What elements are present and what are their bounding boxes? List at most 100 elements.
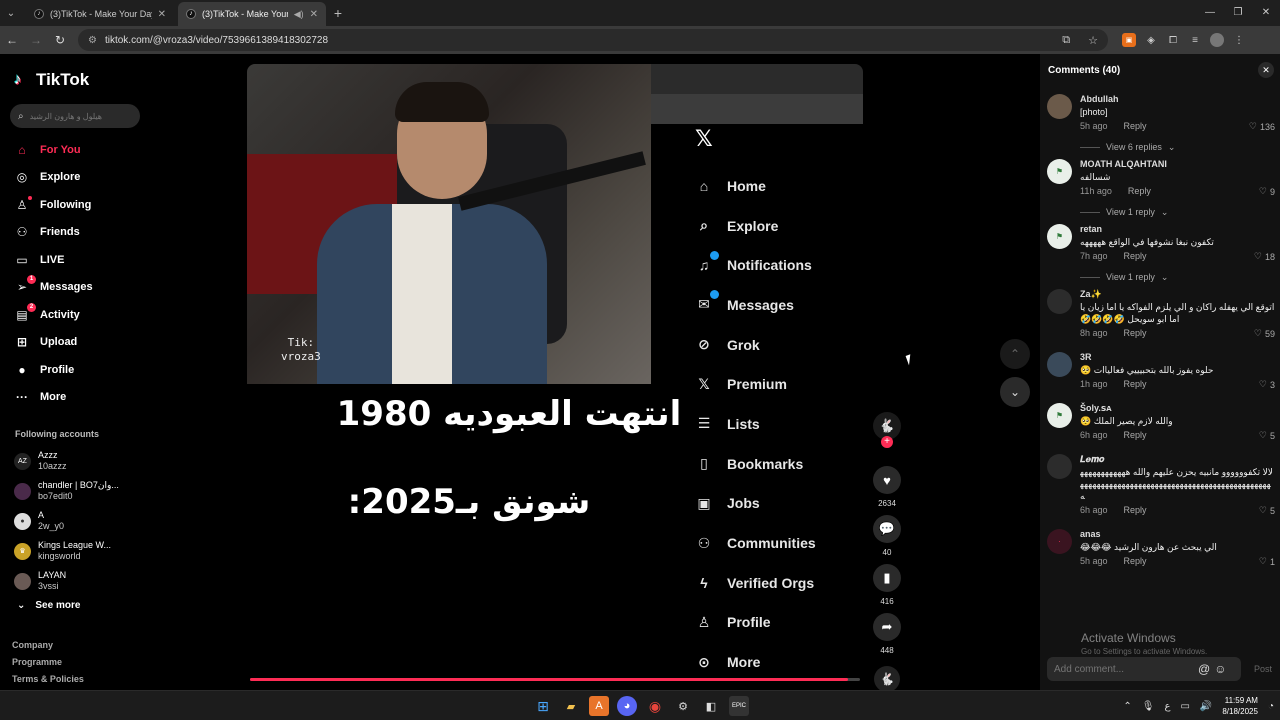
comment-like[interactable]: ♡ 136 (1249, 121, 1275, 132)
speaker-icon[interactable]: ◀) (294, 9, 304, 20)
comment-like[interactable]: ♡ 1 (1259, 556, 1275, 567)
sidebar-item-explore[interactable]: ◎ Explore (14, 164, 93, 192)
view-replies-button[interactable]: View 1 reply ⌄ (1080, 271, 1275, 283)
tab-1[interactable]: ♪ (3)TikTok - Make Your Day ✕ (26, 2, 174, 26)
following-account[interactable]: LAYAN 3vssi (14, 566, 119, 596)
reply-button[interactable]: Reply (1124, 505, 1147, 517)
avatar[interactable] (1047, 94, 1072, 119)
reply-button[interactable]: Reply (1124, 379, 1147, 391)
sidebar-item-more[interactable]: ··· More (14, 384, 93, 412)
forward-icon[interactable]: → (24, 28, 48, 52)
tray-expand-icon[interactable]: ⌃ (1123, 701, 1131, 712)
video-progress-bar[interactable] (250, 678, 860, 681)
comment-user[interactable]: anas (1080, 529, 1275, 541)
comment-input-box[interactable]: @ ☺ (1047, 657, 1241, 681)
avatar[interactable] (1047, 289, 1072, 314)
extension-shield-icon[interactable]: ◈ (1144, 33, 1158, 47)
comment-user[interactable]: MOATH ALQAHTANI (1080, 159, 1275, 171)
reload-icon[interactable]: ↻ (48, 28, 72, 52)
comment-user[interactable]: Abdullah (1080, 94, 1275, 106)
reply-button[interactable]: Reply (1128, 186, 1151, 198)
tab-close-icon[interactable]: ✕ (310, 9, 318, 20)
comment-like[interactable]: ♡ 59 (1254, 328, 1275, 339)
network-icon[interactable]: ▭ (1180, 701, 1189, 712)
see-more-button[interactable]: ⌄ See more (17, 600, 80, 611)
app-a-icon[interactable]: A (589, 696, 609, 716)
volume-icon[interactable]: 🔊 (1200, 701, 1212, 712)
comment-like[interactable]: ♡ 5 (1259, 430, 1275, 441)
extensions-puzzle-icon[interactable]: ⧠ (1166, 33, 1180, 47)
sidebar-item-following[interactable]: ♙ Following (14, 191, 93, 219)
extension-icon[interactable]: ▣ (1122, 33, 1136, 47)
video-player[interactable]: Tik: vroza3 𝕏 ⌂ Home ⌕ Explore ♫ Notificati… (247, 64, 863, 682)
address-bar[interactable]: ⚙ tiktok.com/@vroza3/video/7539661389418… (78, 29, 1108, 51)
windows-start-icon[interactable]: ⊞ (533, 696, 553, 716)
previous-video-button[interactable]: ⌃ (1000, 339, 1030, 369)
tab-2[interactable]: ♪ (3)TikTok - Make Your Day ◀) ✕ (178, 2, 326, 26)
comment-like[interactable]: ♡ 3 (1259, 379, 1275, 390)
comment-button[interactable]: 💬 (873, 515, 901, 543)
site-info-icon[interactable]: ⚙ (88, 35, 97, 46)
sidebar-item-profile[interactable]: ● Profile (14, 356, 93, 384)
notification-center-icon[interactable]: ◔ (1268, 701, 1274, 712)
reply-button[interactable]: Reply (1124, 121, 1147, 133)
comment-user[interactable]: Za✨ (1080, 289, 1275, 301)
new-tab-button[interactable]: + (326, 2, 350, 26)
follow-button[interactable]: + (881, 436, 893, 448)
input-language[interactable]: ع (1164, 701, 1170, 712)
microphone-icon[interactable]: 🎙 (1142, 701, 1155, 712)
comment-input[interactable] (1054, 663, 1194, 675)
comment-user[interactable]: retan (1080, 224, 1275, 236)
reply-button[interactable]: Reply (1124, 430, 1147, 442)
avatar[interactable] (1047, 454, 1072, 479)
app-icon[interactable]: ◧ (701, 696, 721, 716)
bookmark-star-icon[interactable]: ☆ (1088, 34, 1098, 47)
following-account[interactable]: chandler | BO7وان... bo7edit0 (14, 476, 119, 506)
avatar[interactable]: ⚑ (1047, 224, 1072, 249)
following-account[interactable]: AZ Azzz 10azzz (14, 446, 119, 476)
epic-games-icon[interactable]: EPIC (729, 696, 749, 716)
sound-disc-button[interactable]: 🐇 (874, 666, 900, 692)
sidebar-item-for-you[interactable]: ⌂ For You (14, 136, 93, 164)
comment-like[interactable]: ♡ 18 (1254, 251, 1275, 262)
steam-icon[interactable]: ⚙ (673, 696, 693, 716)
sidebar-item-activity[interactable]: ▤ 2 Activity (14, 301, 93, 329)
file-explorer-icon[interactable]: ▰ (561, 696, 581, 716)
sidebar-item-messages[interactable]: ➢ 1 Messages (14, 274, 93, 302)
reply-button[interactable]: Reply (1124, 556, 1147, 568)
following-account[interactable]: ● A 2w_y0 (14, 506, 119, 536)
emoji-icon[interactable]: ☺ (1214, 662, 1226, 676)
avatar[interactable]: ⚑ (1047, 403, 1072, 428)
profile-avatar-icon[interactable] (1210, 33, 1224, 47)
sidebar-item-friends[interactable]: ⚇ Friends (14, 219, 93, 247)
share-button[interactable]: ➦ (873, 613, 901, 641)
browser-menu-icon[interactable]: ⋮ (1232, 33, 1246, 47)
minimize-icon[interactable]: — (1196, 0, 1224, 24)
comment-user[interactable]: 3R (1080, 352, 1275, 364)
following-account[interactable]: ♛ Kings League W... kingsworld (14, 536, 119, 566)
sidebar-item-live[interactable]: ▭ LIVE (14, 246, 93, 274)
tiktok-logo[interactable]: ♪ TikTok (14, 70, 89, 90)
search-box[interactable]: ⌕ (10, 104, 140, 128)
view-replies-button[interactable]: View 6 replies ⌄ (1080, 141, 1275, 153)
install-app-icon[interactable]: ⧉ (1062, 34, 1070, 47)
close-window-icon[interactable]: ✕ (1252, 0, 1280, 24)
view-replies-button[interactable]: View 1 reply ⌄ (1080, 206, 1275, 218)
comment-like[interactable]: ♡ 9 (1259, 186, 1275, 197)
avatar[interactable]: · (1047, 529, 1072, 554)
footer-link-company[interactable]: Company (12, 640, 84, 657)
avatar[interactable]: ⚑ (1047, 159, 1072, 184)
footer-link-terms[interactable]: Terms & Policies (12, 674, 84, 691)
comment-user[interactable]: Šoly.ꜱᴀ (1080, 403, 1275, 415)
reply-button[interactable]: Reply (1124, 251, 1147, 263)
back-icon[interactable]: ← (0, 28, 24, 52)
tab-search-icon[interactable]: ⌄ (0, 0, 22, 26)
tab-close-icon[interactable]: ✕ (158, 9, 166, 20)
chrome-icon[interactable]: ◉ (645, 696, 665, 716)
footer-link-programme[interactable]: Programme (12, 657, 84, 674)
taskbar-clock[interactable]: 11:59 AM 8/18/2025 (1222, 695, 1258, 717)
avatar[interactable] (1047, 352, 1072, 377)
sidebar-item-upload[interactable]: ⊞ Upload (14, 329, 93, 357)
next-video-button[interactable]: ⌄ (1000, 377, 1030, 407)
comment-like[interactable]: ♡ 5 (1259, 505, 1275, 516)
